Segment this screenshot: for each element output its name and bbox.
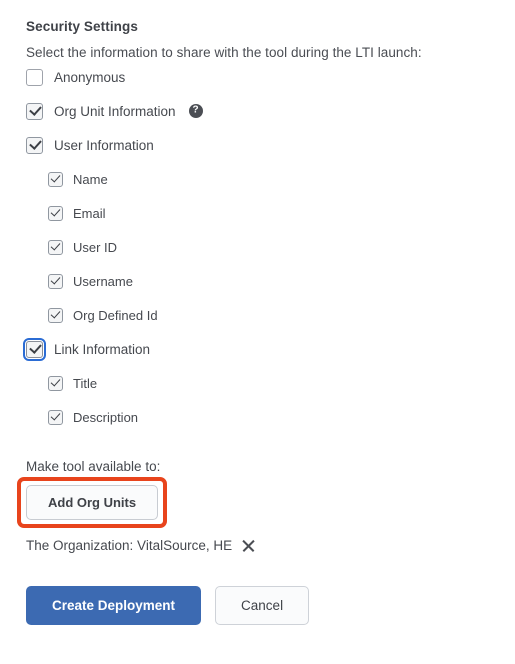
- create-deployment-button[interactable]: Create Deployment: [26, 586, 202, 625]
- footer-actions: Create Deployment Cancel: [26, 586, 496, 625]
- checkbox-unchecked[interactable]: [26, 68, 43, 86]
- permission-row[interactable]: Username: [26, 264, 496, 298]
- checkbox-checked[interactable]: [48, 409, 63, 425]
- permission-label: Org Unit Information: [54, 103, 176, 119]
- make-tool-available-label: Make tool available to:: [26, 459, 161, 474]
- checkbox-checked[interactable]: [23, 337, 46, 361]
- permission-label: Name: [73, 171, 108, 187]
- permission-label: User Information: [54, 137, 154, 153]
- checkbox-checked[interactable]: [48, 307, 63, 323]
- permissions-list: Anonymous Org Unit Information? User Infor…: [23, 60, 496, 434]
- permission-label: Org Defined Id: [73, 307, 158, 323]
- permission-label: Username: [73, 273, 133, 289]
- checkbox-checked[interactable]: [48, 239, 63, 255]
- permission-row[interactable]: Org Unit Information?: [26, 94, 496, 128]
- permission-label: Link Information: [54, 341, 151, 357]
- close-icon[interactable]: [241, 538, 256, 553]
- permission-label: Email: [73, 205, 106, 221]
- permission-row[interactable]: User ID: [26, 230, 496, 264]
- checkbox-checked[interactable]: [48, 273, 63, 289]
- permission-label: User ID: [73, 239, 118, 255]
- permission-row[interactable]: Anonymous: [26, 60, 496, 94]
- permission-row[interactable]: Description: [26, 400, 496, 434]
- permission-row[interactable]: Email: [26, 196, 496, 230]
- checkbox-checked[interactable]: [26, 102, 43, 120]
- page-title: Security Settings: [26, 19, 138, 34]
- add-org-units-container: Add Org Units: [17, 477, 168, 528]
- checkbox-checked[interactable]: [48, 375, 63, 391]
- checkbox-checked[interactable]: [48, 205, 63, 221]
- help-icon-glyph: ?: [192, 104, 199, 116]
- permission-row[interactable]: Org Defined Id: [26, 298, 496, 332]
- section-description: Select the information to share with the…: [26, 45, 422, 60]
- selected-org-unit-row: The Organization: VitalSource, HE: [26, 538, 496, 553]
- permission-label: Anonymous: [54, 69, 126, 85]
- security-settings-panel: Security Settings Select the information…: [17, 0, 496, 625]
- cancel-button[interactable]: Cancel: [215, 586, 310, 625]
- permission-label: Description: [73, 409, 139, 425]
- permission-row[interactable]: Title: [26, 366, 496, 400]
- help-icon[interactable]: ?: [188, 104, 203, 118]
- permission-row[interactable]: Name: [26, 162, 496, 196]
- add-org-units-button[interactable]: Add Org Units: [26, 485, 159, 520]
- checkbox-checked[interactable]: [48, 171, 63, 187]
- permission-row[interactable]: User Information: [26, 128, 496, 162]
- permission-label: Title: [73, 375, 98, 391]
- selected-org-unit-label: The Organization: VitalSource, HE: [26, 538, 233, 553]
- checkbox-checked[interactable]: [26, 136, 43, 154]
- permission-row[interactable]: Link Information: [23, 332, 496, 366]
